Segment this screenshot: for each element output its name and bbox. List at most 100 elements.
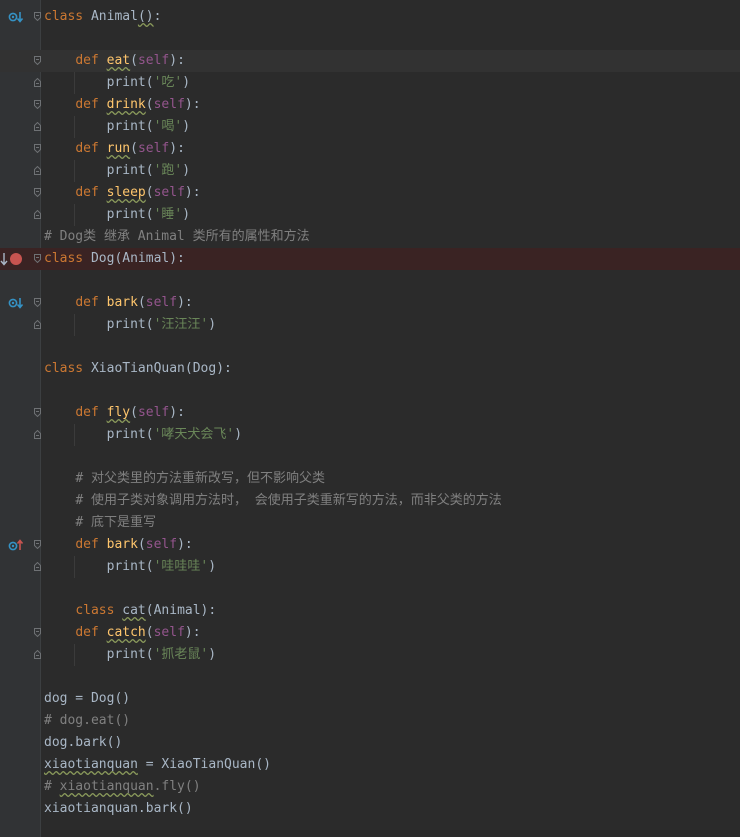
code-text[interactable]: def sleep(self): [44, 182, 200, 204]
code-text[interactable]: def fly(self): [44, 402, 185, 424]
code-text[interactable]: print('汪汪汪') [44, 314, 216, 336]
code-text[interactable]: def bark(self): [44, 534, 192, 556]
code-token: print( [44, 163, 154, 178]
code-text[interactable]: dog = Dog() [44, 688, 130, 710]
fold-open-icon[interactable] [34, 12, 41, 21]
code-line[interactable]: def bark(self): [0, 534, 740, 556]
code-line[interactable] [0, 578, 740, 600]
fold-open-icon[interactable] [34, 628, 41, 637]
code-line[interactable]: xiaotianquan = XiaoTianQuan() [0, 754, 740, 776]
code-line[interactable]: print('汪汪汪') [0, 314, 740, 336]
breakpoint-icon[interactable] [10, 253, 22, 265]
code-line[interactable]: class Dog(Animal): [0, 248, 740, 270]
code-text[interactable]: xiaotianquan.bark() [44, 798, 193, 820]
fold-end-icon[interactable] [34, 320, 41, 329]
fold-open-icon[interactable] [34, 298, 41, 307]
code-line[interactable]: def eat(self): [0, 50, 740, 72]
code-text[interactable]: class cat(Animal): [44, 600, 216, 622]
fold-open-icon[interactable] [34, 188, 41, 197]
code-text[interactable]: # xiaotianquan.fly() [44, 776, 201, 798]
code-line[interactable]: dog = Dog() [0, 688, 740, 710]
code-line[interactable] [0, 446, 740, 468]
fold-end-icon[interactable] [34, 430, 41, 439]
code-line[interactable]: # dog.eat() [0, 710, 740, 732]
fold-open-icon[interactable] [34, 254, 41, 263]
code-text[interactable]: def eat(self): [44, 50, 185, 72]
fold-open-icon[interactable] [34, 540, 41, 549]
code-text[interactable]: print('喝') [44, 116, 190, 138]
code-line[interactable]: print('吃') [0, 72, 740, 94]
code-text[interactable]: # dog.eat() [44, 710, 130, 732]
overridden-icon[interactable] [8, 295, 24, 311]
code-line[interactable]: xiaotianquan.bark() [0, 798, 740, 820]
code-line[interactable] [0, 28, 740, 50]
fold-open-icon[interactable] [34, 144, 41, 153]
code-text[interactable]: print('跑') [44, 160, 190, 182]
code-text[interactable]: # 底下是重写 [44, 512, 156, 534]
code-text[interactable]: def drink(self): [44, 94, 200, 116]
code-line[interactable]: # 使用子类对象调用方法时， 会使用子类重新写的方法，而非父类的方法 [0, 490, 740, 512]
code-text[interactable]: print('哇哇哇') [44, 556, 216, 578]
code-line[interactable] [0, 666, 740, 688]
code-text[interactable]: print('抓老鼠') [44, 644, 216, 666]
code-text[interactable]: def catch(self): [44, 622, 200, 644]
code-line[interactable]: print('跑') [0, 160, 740, 182]
code-editor[interactable]: class Animal(): def eat(self): print('吃'… [0, 0, 740, 837]
code-line[interactable]: def fly(self): [0, 402, 740, 424]
code-line[interactable]: # xiaotianquan.fly() [0, 776, 740, 798]
code-text[interactable]: class Dog(Animal): [44, 248, 185, 270]
code-text[interactable]: # Dog类 继承 Animal 类所有的属性和方法 [44, 226, 310, 248]
code-line[interactable]: print('哮天犬会飞') [0, 424, 740, 446]
code-line[interactable] [0, 336, 740, 358]
code-line[interactable]: # 对父类里的方法重新改写，但不影响父类 [0, 468, 740, 490]
fold-end-icon[interactable] [34, 562, 41, 571]
code-text[interactable]: # 使用子类对象调用方法时， 会使用子类重新写的方法，而非父类的方法 [44, 490, 501, 512]
fold-open-icon[interactable] [34, 408, 41, 417]
fold-end-icon[interactable] [34, 650, 41, 659]
code-text[interactable]: xiaotianquan = XiaoTianQuan() [44, 754, 271, 776]
overriding-icon[interactable] [8, 537, 24, 553]
code-lines[interactable]: class Animal(): def eat(self): print('吃'… [0, 6, 740, 820]
code-token: '抓老鼠' [153, 647, 209, 662]
code-line[interactable]: def drink(self): [0, 94, 740, 116]
code-line[interactable]: # Dog类 继承 Animal 类所有的属性和方法 [0, 226, 740, 248]
arrow-down-icon[interactable] [0, 251, 8, 267]
code-line[interactable]: print('喝') [0, 116, 740, 138]
code-line[interactable]: print('哇哇哇') [0, 556, 740, 578]
code-text[interactable]: print('睡') [44, 204, 190, 226]
code-text[interactable]: dog.bark() [44, 732, 122, 754]
fold-end-icon[interactable] [34, 78, 41, 87]
fold-open-icon[interactable] [34, 100, 41, 109]
fold-end-icon[interactable] [34, 122, 41, 131]
code-line[interactable]: def catch(self): [0, 622, 740, 644]
code-line[interactable]: # 底下是重写 [0, 512, 740, 534]
code-line[interactable] [0, 270, 740, 292]
code-text[interactable]: class Animal(): [44, 6, 161, 28]
fold-end-icon[interactable] [34, 166, 41, 175]
code-line[interactable]: def run(self): [0, 138, 740, 160]
code-token: self [137, 53, 170, 68]
code-line[interactable] [0, 380, 740, 402]
code-text[interactable]: def run(self): [44, 138, 185, 160]
code-line[interactable]: def sleep(self): [0, 182, 740, 204]
code-line[interactable]: def bark(self): [0, 292, 740, 314]
code-line[interactable]: class cat(Animal): [0, 600, 740, 622]
fold-end-icon[interactable] [34, 210, 41, 219]
code-line[interactable]: class Animal(): [0, 6, 740, 28]
overridden-icon[interactable] [8, 9, 24, 25]
code-line[interactable]: class XiaoTianQuan(Dog): [0, 358, 740, 380]
fold-open-icon[interactable] [34, 56, 41, 65]
code-token: ) [182, 75, 191, 90]
code-text[interactable]: def bark(self): [44, 292, 192, 314]
code-line[interactable]: dog.bark() [0, 732, 740, 754]
code-text[interactable]: print('哮天犬会飞') [44, 424, 242, 446]
code-text[interactable]: print('吃') [44, 72, 190, 94]
code-line[interactable]: print('睡') [0, 204, 740, 226]
code-token: # dog.eat() [44, 713, 131, 728]
code-token: ) [182, 163, 191, 178]
code-token: : [153, 9, 162, 24]
code-text[interactable]: # 对父类里的方法重新改写，但不影响父类 [44, 468, 325, 490]
code-line[interactable]: print('抓老鼠') [0, 644, 740, 666]
code-text[interactable]: class XiaoTianQuan(Dog): [44, 358, 232, 380]
